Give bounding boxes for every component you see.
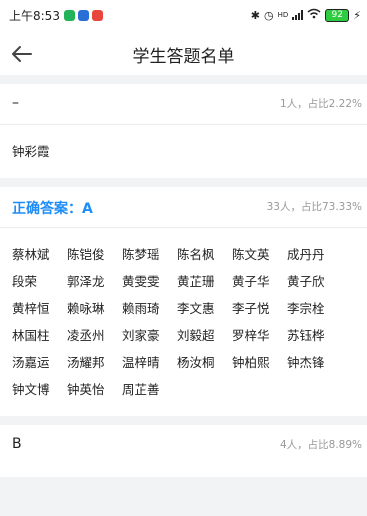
student-name: 蔡林斌 bbox=[12, 247, 50, 262]
app-icon-red bbox=[91, 10, 103, 21]
student-name: 凌丞州 bbox=[67, 328, 105, 343]
bluetooth-icon: ✱ bbox=[250, 8, 260, 22]
charging-icon: ⚡ bbox=[353, 8, 361, 22]
student-name: 李文惠 bbox=[177, 301, 215, 316]
student-name: 赖咏琳 bbox=[67, 301, 105, 316]
student-name: 杨汝桐 bbox=[177, 355, 215, 370]
student-name: 林国柱 bbox=[12, 328, 50, 343]
student-name: 苏钰桦 bbox=[287, 328, 325, 343]
student-name: 成丹丹 bbox=[287, 247, 325, 262]
option-stat: 1人，占比2.22% bbox=[279, 98, 362, 110]
student-name: 钟柏熙 bbox=[232, 355, 270, 370]
student-name: 黄芷珊 bbox=[177, 274, 215, 289]
student-name: 刘毅超 bbox=[177, 328, 215, 343]
student-name: 钟英怡 bbox=[67, 382, 105, 397]
student-name: 黄梓恒 bbox=[12, 301, 50, 316]
status-bar: 上午8:53 ✱ ◷ HD 92 ⚡ bbox=[0, 0, 367, 31]
header: 学生答题名单 bbox=[0, 31, 367, 75]
student-name: 周芷善 bbox=[122, 382, 160, 397]
student-name: 黄雯雯 bbox=[122, 274, 160, 289]
student-name: 李宗栓 bbox=[287, 301, 325, 316]
student-name: 汤嘉运 bbox=[12, 355, 50, 370]
student-name: 陈文英 bbox=[232, 247, 270, 262]
student-name: 李子悦 bbox=[232, 301, 270, 316]
signal-hd-label: HD bbox=[277, 11, 289, 19]
student-name: 汤耀邦 bbox=[67, 355, 105, 370]
student-name: 罗梓华 bbox=[232, 328, 270, 343]
correct-answer-label: 正确答案：A bbox=[12, 201, 93, 217]
student-name: 刘家豪 bbox=[122, 328, 160, 343]
option-stat: 33人，占比73.33% bbox=[266, 201, 362, 213]
section-header: – 1人，占比2.22% bbox=[0, 84, 367, 125]
option-label: – bbox=[12, 95, 19, 111]
status-app-icons bbox=[63, 10, 103, 21]
student-name: 赖雨琦 bbox=[122, 301, 160, 316]
section-header: 正确答案：A 33人，占比73.33% bbox=[0, 187, 367, 228]
alarm-icon: ◷ bbox=[264, 8, 274, 22]
student-names: 钟彩霞 bbox=[0, 125, 367, 178]
wechat-icon bbox=[63, 10, 75, 21]
student-name: 钟彩霞 bbox=[12, 144, 50, 159]
option-section-correct: 正确答案：A 33人，占比73.33% 蔡林斌 陈铠俊 陈梦瑶 陈名枫 陈文英 成丹丹段荣… bbox=[0, 187, 367, 416]
app-icon bbox=[77, 10, 89, 21]
status-time: 上午8:53 bbox=[9, 9, 60, 23]
battery-icon: 92 bbox=[325, 8, 350, 22]
student-name: 黄子华 bbox=[232, 274, 270, 289]
answer-list[interactable]: – 1人，占比2.22% 钟彩霞 正确答案：A 33人，占比73.33% 蔡林斌… bbox=[0, 75, 367, 477]
option-label: B bbox=[12, 436, 22, 452]
student-name: 段荣 bbox=[12, 274, 38, 289]
student-names: 蔡林斌 陈铠俊 陈梦瑶 陈名枫 陈文英 成丹丹段荣 郭泽龙 黄雯雯 黄芷珊 黄子华 黄子欣黄梓恒 赖咏… bbox=[0, 228, 367, 416]
page-title: 学生答题名单 bbox=[132, 47, 235, 67]
student-name: 钟文博 bbox=[12, 382, 50, 397]
status-right: ✱ ◷ HD 92 ⚡ bbox=[251, 8, 361, 22]
student-name: 黄子欣 bbox=[287, 274, 325, 289]
wifi-icon bbox=[307, 8, 321, 22]
student-name: 陈名枫 bbox=[177, 247, 215, 262]
student-name: 陈梦瑶 bbox=[122, 247, 160, 262]
option-stat: 4人，占比8.89% bbox=[279, 439, 362, 451]
student-name: 陈铠俊 bbox=[67, 247, 105, 262]
option-section: B 4人，占比8.89% bbox=[0, 425, 367, 477]
section-tail bbox=[0, 465, 367, 477]
student-name: 郭泽龙 bbox=[67, 274, 105, 289]
student-name: 钟杰锋 bbox=[287, 355, 325, 370]
signal-icon bbox=[292, 10, 304, 20]
section-header: B 4人，占比8.89% bbox=[0, 425, 367, 465]
option-section: – 1人，占比2.22% 钟彩霞 bbox=[0, 84, 367, 178]
student-name: 温梓晴 bbox=[122, 355, 160, 370]
